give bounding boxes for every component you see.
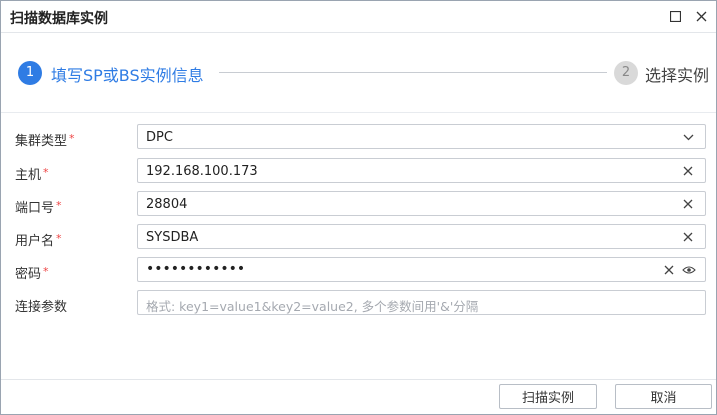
username-value: SYSDBA <box>146 230 199 245</box>
params-row: 连接参数 格式: key1=value1&key2=value2, 多个参数间用… <box>1 290 716 317</box>
params-label: 连接参数 <box>15 300 68 315</box>
chevron-down-icon[interactable] <box>681 130 695 144</box>
dialog-title: 扫描数据库实例 <box>10 11 108 27</box>
step-1-label: 填写SP或BS实例信息 <box>51 66 204 85</box>
params-placeholder: 格式: key1=value1&key2=value2, 多个参数间用'&'分隔 <box>146 299 479 314</box>
eye-icon[interactable] <box>681 263 697 277</box>
username-label: 用户名 * <box>15 232 62 249</box>
cluster-type-select[interactable]: DPC <box>137 124 706 149</box>
username-row: 用户名 * SYSDBA <box>1 224 716 251</box>
host-value: 192.168.100.173 <box>146 164 258 179</box>
step-indicator: 1 填写SP或BS实例信息 2 选择实例 <box>1 32 716 113</box>
username-input[interactable]: SYSDBA <box>137 224 706 249</box>
password-row: 密码 * •••••••••••• <box>1 257 716 284</box>
password-value: •••••••••••• <box>146 261 246 277</box>
scan-instance-button[interactable]: 扫描实例 <box>499 384 597 409</box>
clear-icon[interactable] <box>681 164 695 178</box>
dialog-footer: 扫描实例 取消 <box>1 379 716 415</box>
port-row: 端口号 * 28804 <box>1 191 716 218</box>
params-input[interactable]: 格式: key1=value1&key2=value2, 多个参数间用'&'分隔 <box>137 290 706 315</box>
title-bar: 扫描数据库实例 <box>1 1 716 33</box>
required-mark: * <box>56 199 62 212</box>
port-value: 28804 <box>146 197 188 212</box>
clear-icon[interactable] <box>662 263 676 277</box>
password-input[interactable]: •••••••••••• <box>137 257 706 282</box>
host-label: 主机 * <box>15 166 49 183</box>
step-2-number: 2 <box>614 61 638 85</box>
required-mark: * <box>56 232 62 245</box>
host-row: 主机 * 192.168.100.173 <box>1 158 716 185</box>
port-input[interactable]: 28804 <box>137 191 706 216</box>
required-mark: * <box>43 265 49 278</box>
close-icon[interactable] <box>692 7 710 25</box>
maximize-icon[interactable] <box>666 7 684 25</box>
clear-icon[interactable] <box>681 197 695 211</box>
step-1-number: 1 <box>18 61 42 85</box>
step-2-label: 选择实例 <box>645 66 710 85</box>
host-input[interactable]: 192.168.100.173 <box>137 158 706 183</box>
port-label: 端口号 * <box>15 199 62 216</box>
cluster-type-row: 集群类型 * DPC <box>1 124 716 151</box>
scan-db-instance-dialog: 扫描数据库实例 1 填写SP或BS实例信息 2 选择实例 集群类型 * DPC 主… <box>0 0 717 415</box>
step-connector-line <box>219 72 607 73</box>
required-mark: * <box>69 132 75 145</box>
clear-icon[interactable] <box>681 230 695 244</box>
cluster-type-value: DPC <box>146 130 173 145</box>
required-mark: * <box>43 166 49 179</box>
cluster-type-label: 集群类型 * <box>15 132 75 149</box>
cancel-button[interactable]: 取消 <box>615 384 712 409</box>
password-label: 密码 * <box>15 265 49 282</box>
